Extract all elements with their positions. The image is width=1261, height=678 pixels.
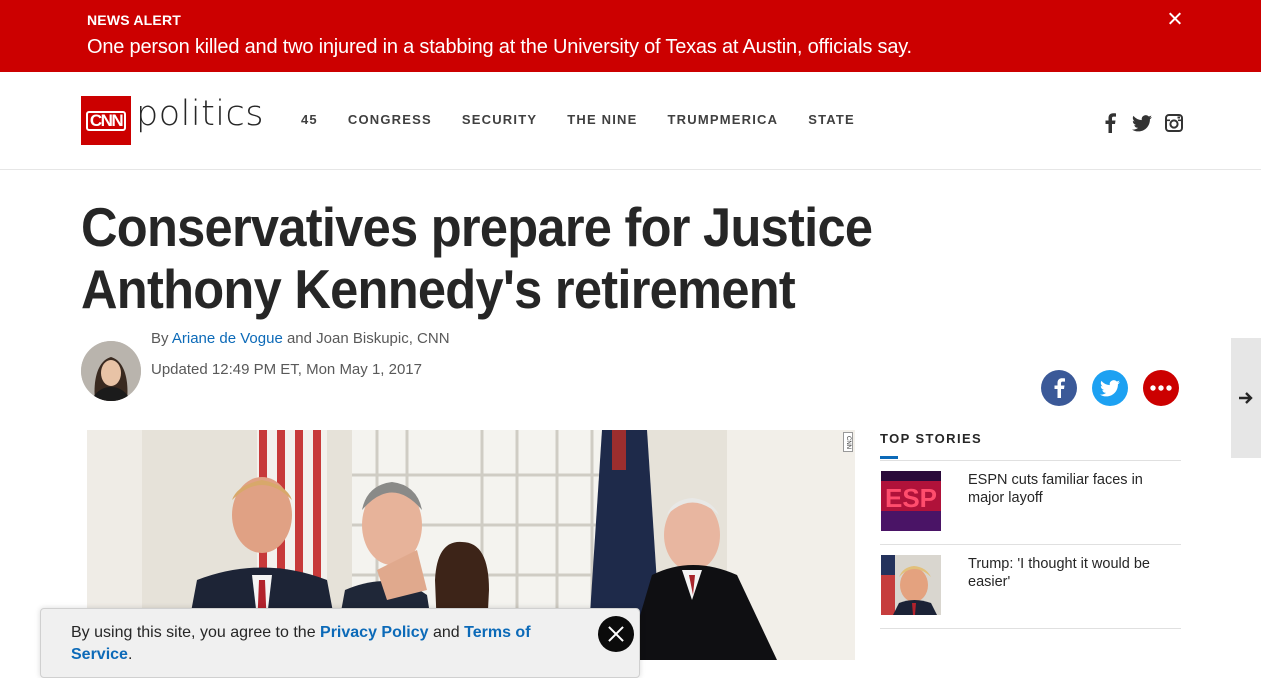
cookie-consent-banner: By using this site, you agree to the Pri… [40, 608, 640, 678]
top-stories-accent [880, 456, 898, 459]
main-nav: 45 CONGRESS SECURITY THE NINE TRUMPMERIC… [301, 112, 885, 127]
byline-suffix: and Joan Biskupic, CNN [282, 330, 450, 347]
author-link[interactable]: Ariane de Vogue [172, 330, 283, 347]
nav-item-state[interactable]: STATE [808, 112, 855, 127]
nav-item-congress[interactable]: CONGRESS [348, 112, 432, 127]
cnn-logo[interactable]: CNN [81, 96, 131, 145]
author-avatar[interactable] [81, 341, 141, 401]
cnn-logo-text: CNN [85, 110, 127, 131]
news-alert-text[interactable]: One person killed and two injured in a s… [87, 36, 912, 59]
twitter-icon [1100, 379, 1120, 396]
cookie-middle: and [428, 624, 465, 641]
byline-prefix: By [151, 330, 172, 347]
byline: By Ariane de Vogue and Joan Biskupic, CN… [151, 330, 450, 347]
news-alert-bar[interactable]: NEWS ALERT One person killed and two inj… [0, 0, 1261, 72]
share-bar [1041, 370, 1179, 406]
top-story-item[interactable]: Trump: 'I thought it would be easier' [880, 545, 1181, 629]
story-headline[interactable]: ESPN cuts familiar faces in major layoff [968, 471, 1168, 507]
site-header: CNN politics 45 CONGRESS SECURITY THE NI… [0, 72, 1261, 170]
nav-item-security[interactable]: SECURITY [462, 112, 537, 127]
news-alert-kicker: NEWS ALERT [87, 12, 182, 28]
top-stories-title: TOP STORIES [880, 431, 983, 446]
nav-item-the-nine[interactable]: THE NINE [567, 112, 637, 127]
section-name-politics[interactable]: politics [136, 94, 264, 134]
facebook-icon[interactable] [1100, 113, 1120, 133]
svg-text:ESP: ESP [885, 483, 937, 513]
article-headline: Conservatives prepare for Justice Anthon… [81, 196, 873, 320]
share-more-button[interactable] [1143, 370, 1179, 406]
cookie-consent-text: By using this site, you agree to the Pri… [71, 622, 591, 666]
privacy-policy-link[interactable]: Privacy Policy [320, 624, 429, 641]
instagram-icon[interactable] [1164, 113, 1184, 133]
nav-item-45[interactable]: 45 [301, 112, 318, 127]
updated-timestamp: Updated 12:49 PM ET, Mon May 1, 2017 [151, 361, 422, 378]
story-thumbnail [881, 555, 941, 615]
cookie-close-button[interactable] [598, 616, 634, 652]
share-facebook-button[interactable] [1041, 370, 1077, 406]
close-icon[interactable] [1164, 8, 1186, 30]
facebook-icon [1054, 378, 1065, 398]
cookie-suffix: . [127, 646, 133, 663]
more-dots-icon [1150, 385, 1172, 391]
next-article-tab[interactable] [1231, 338, 1261, 458]
twitter-icon[interactable] [1132, 113, 1152, 133]
top-story-item[interactable]: ESP ESPN cuts familiar faces in major la… [880, 461, 1181, 545]
social-links [1100, 113, 1184, 133]
cookie-prefix: By using this site, you agree to the [71, 624, 321, 641]
share-twitter-button[interactable] [1092, 370, 1128, 406]
story-thumbnail: ESP [881, 471, 941, 531]
cnn-watermark: CNN [843, 432, 853, 452]
story-headline[interactable]: Trump: 'I thought it would be easier' [968, 555, 1168, 591]
arrow-right-icon [1239, 392, 1253, 404]
nav-item-trumpmerica[interactable]: TRUMPMERICA [668, 112, 779, 127]
